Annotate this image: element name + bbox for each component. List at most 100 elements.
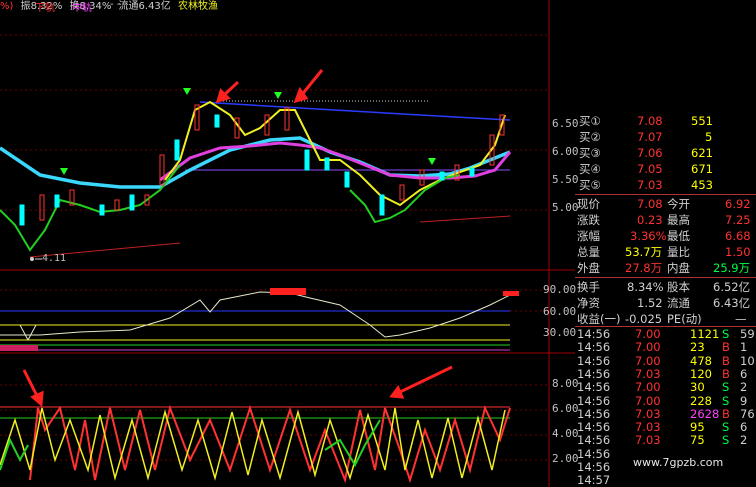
quote-row-change: 涨跌 0.23 最高 7.25 (575, 212, 756, 228)
field-label: 涨幅 (577, 229, 600, 243)
field-value: 53.7万 (625, 245, 663, 259)
tick-price: 7.00 (635, 353, 661, 368)
tick-count: 6 (740, 420, 748, 435)
tick-volume: 478 (690, 353, 712, 368)
tick-time: 14:56 (577, 327, 611, 341)
field-label: 量比 (667, 245, 690, 259)
field-label: PE(动) (667, 312, 702, 326)
field-label: 最高 (667, 213, 690, 227)
tick-side: B (722, 406, 730, 421)
tick-side: B (722, 353, 730, 368)
tick-count: 76 (740, 406, 755, 421)
field-label: 总量 (577, 245, 600, 259)
field-value: 1.52 (637, 296, 663, 310)
tick-side: S (722, 433, 730, 448)
field-label: 今开 (667, 197, 690, 211)
tick-volume: 95 (690, 420, 705, 435)
field-value: 6.52亿 (713, 280, 751, 294)
tick-price: 7.03 (635, 406, 661, 421)
tick-side: B (722, 340, 730, 355)
bid-volume: 551 (691, 114, 713, 128)
bid-row-2[interactable]: 买② 7.07 5 (575, 129, 756, 145)
low-marker-label: 4.11 (42, 253, 67, 264)
tick-row: 14:56 7.03 120 B 6 (575, 366, 756, 381)
field-value: 27.8万 (625, 261, 663, 275)
tick-price: 7.00 (635, 393, 661, 408)
bid-label: 买⑤ (579, 178, 601, 192)
tick-side: S (722, 327, 730, 341)
tick-count: 59 (740, 327, 755, 341)
bid-label: 买② (579, 130, 601, 144)
field-label: 最低 (667, 229, 690, 243)
tick-price: 7.03 (635, 366, 661, 381)
bid-price: 7.07 (637, 130, 663, 144)
tick-side: S (722, 380, 730, 395)
tick-side: S (722, 420, 730, 435)
tick-row: 14:56 7.00 1121 S 59 (575, 328, 756, 341)
tick-volume: 30 (690, 380, 705, 395)
field-label: 收益(一) (577, 312, 621, 326)
tick-time: 14:56 (577, 340, 611, 355)
tick-row: 14:56 7.00 30 S 2 (575, 381, 756, 394)
bid-row-4[interactable]: 买④ 7.05 671 (575, 161, 756, 177)
middle-track-label: 中轨 (72, 3, 92, 14)
field-label: 换手 (577, 280, 600, 294)
tick-volume: 1121 (690, 327, 720, 341)
field-value: -0.025 (625, 312, 663, 326)
field-value: 6.43亿 (713, 296, 751, 310)
quote-row-price: 现价 7.08 今开 6.92 (575, 196, 756, 212)
divider (575, 194, 756, 195)
tick-count: 9 (740, 393, 748, 408)
tick-row: 14:56 7.00 23 B 1 (575, 341, 756, 354)
tick-count: 1 (740, 340, 748, 355)
tick-row: 14:57 (575, 474, 756, 487)
bid-label: 买③ (579, 146, 601, 160)
field-value: 6.92 (725, 197, 751, 211)
bid-volume: 453 (691, 178, 713, 192)
stat-row-eps: 收益(一) -0.025 PE(动) — (575, 311, 756, 327)
tick-side: B (722, 366, 730, 381)
field-value: 7.08 (637, 197, 663, 211)
ind-label-90: 90.00 (543, 283, 577, 296)
kline-chart[interactable] (0, 0, 575, 487)
field-value: 0.23 (637, 213, 663, 227)
quote-panel: 买① 7.08 551 买② 7.07 5 买③ 7.06 621 买④ 7.0… (575, 113, 756, 487)
field-label: 涨跌 (577, 213, 600, 227)
tick-price: 7.00 (635, 340, 661, 355)
bid-row-5[interactable]: 买⑤ 7.03 453 (575, 177, 756, 193)
stat-row-netasset: 净资 1.52 流通 6.43亿 (575, 295, 756, 311)
field-label: 内盘 (667, 261, 690, 275)
field-label: 股本 (667, 280, 690, 294)
tick-price: 7.00 (635, 380, 661, 395)
tick-volume: 75 (690, 433, 705, 448)
bid-price: 7.08 (637, 114, 663, 128)
bid-row-3[interactable]: 买③ 7.06 621 (575, 145, 756, 161)
tick-time: 14:56 (577, 420, 611, 435)
field-value: 8.34% (627, 280, 664, 294)
field-value: — (735, 312, 747, 326)
track-tail: - - - (110, 0, 128, 10)
tick-row: 14:56 7.00 228 S 9 (575, 393, 756, 408)
quote-row-pct: 涨幅 3.36% 最低 6.68 (575, 228, 756, 244)
bid-row-1[interactable]: 买① 7.08 551 (575, 113, 756, 129)
tick-time: 14:57 (577, 473, 611, 487)
quote-row-volume: 总量 53.7万 量比 1.50 (575, 244, 756, 260)
ind-label-30: 30.00 (543, 326, 577, 339)
tick-time: 14:56 (577, 406, 611, 421)
field-value: 1.50 (725, 245, 751, 259)
field-value: 3.36% (630, 229, 667, 243)
bid-volume: 621 (691, 146, 713, 160)
field-label: 外盘 (577, 261, 600, 275)
tick-volume: 2628 (690, 406, 720, 421)
tick-time: 14:56 (577, 393, 611, 408)
bid-volume: 5 (705, 130, 713, 144)
tick-row: 14:56 7.03 2628 B 76 (575, 406, 756, 421)
tick-volume: 23 (690, 340, 705, 355)
tick-time: 14:56 (577, 380, 611, 395)
header-fragment: %) (0, 1, 14, 12)
tick-time: 14:56 (577, 433, 611, 448)
field-label: 流通 (667, 296, 690, 310)
tick-volume: 228 (690, 393, 712, 408)
quote-row-outer: 外盘 27.8万 内盘 25.9万 (575, 260, 756, 276)
tick-time: 14:56 (577, 366, 611, 381)
